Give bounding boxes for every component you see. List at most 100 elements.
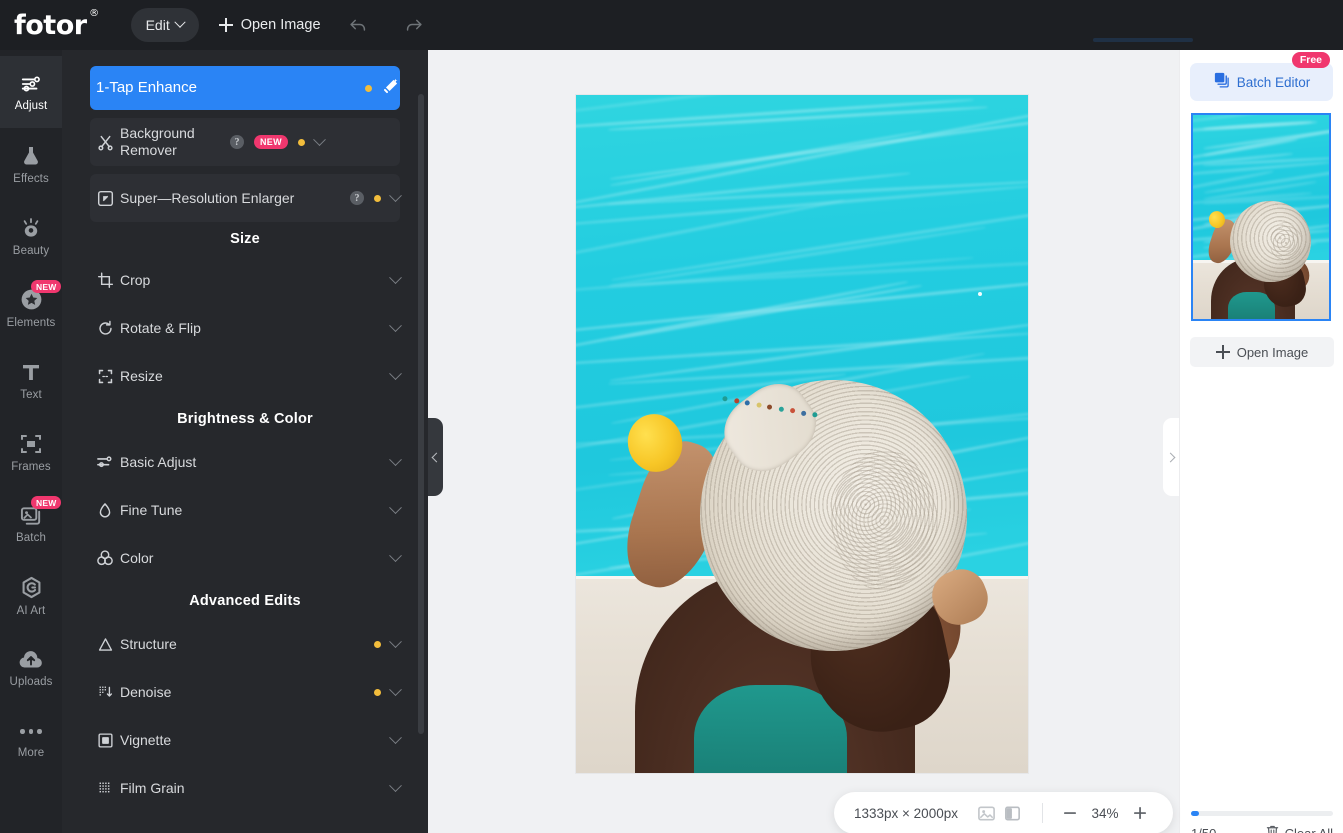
tool-1-tap-enhance[interactable]: 1-Tap Enhance — [90, 66, 400, 110]
thumbnail-scrollbar-track[interactable] — [1191, 811, 1333, 816]
open-image-label: Open Image — [241, 17, 321, 33]
more-dots-icon — [20, 722, 42, 742]
enlarge-icon — [90, 190, 120, 207]
section-title: Advanced Edits — [189, 593, 301, 609]
thumbnail-item[interactable] — [1191, 113, 1331, 321]
section-header-size: Size — [62, 222, 428, 256]
sidebar-item-label: Elements — [7, 317, 56, 329]
sidebar-item-ai-art[interactable]: AI Art — [0, 560, 62, 632]
sidebar-item-more[interactable]: More — [0, 704, 62, 776]
collapse-right-panel-handle[interactable] — [1163, 418, 1179, 496]
tool-label: Background Remover — [120, 125, 230, 159]
tool-film-grain[interactable]: Film Grain — [90, 764, 400, 812]
top-bar: fotor® Edit Open Image — [0, 0, 1343, 50]
redo-button[interactable] — [403, 14, 425, 36]
image-icon[interactable] — [974, 800, 1000, 826]
chevron-down-icon[interactable] — [389, 779, 402, 792]
toolbar-divider — [1042, 803, 1043, 823]
canvas-area[interactable] — [428, 50, 1179, 833]
clear-all-button[interactable]: Clear All — [1265, 824, 1333, 833]
canvas-bottom-toolbar: 1333px × 2000px 34% — [834, 792, 1173, 833]
logo-text: fotor — [14, 10, 87, 41]
chevron-down-icon[interactable] — [389, 367, 402, 380]
undo-button[interactable] — [347, 14, 369, 36]
chevron-down-icon — [174, 17, 185, 28]
sidebar-item-beauty[interactable]: Beauty — [0, 200, 62, 272]
tool-super-resolution-enlarger[interactable]: Super—Resolution Enlarger ? — [90, 174, 400, 222]
image-dimensions-label: 1333px × 2000px — [854, 806, 958, 821]
tool-label: Denoise — [120, 684, 374, 701]
frame-icon — [19, 432, 43, 456]
water-highlight-dot — [978, 292, 982, 296]
image-counter: 1/50 — [1191, 826, 1216, 833]
chevron-down-icon[interactable] — [389, 549, 402, 562]
zoom-out-button[interactable] — [1057, 800, 1083, 826]
tool-crop[interactable]: Crop — [90, 256, 400, 304]
chevron-down-icon[interactable] — [389, 319, 402, 332]
chevron-down-icon[interactable] — [389, 635, 402, 648]
trash-icon — [1265, 824, 1280, 833]
edit-menu-button[interactable]: Edit — [131, 8, 199, 42]
color-circles-icon — [90, 549, 120, 567]
chevron-down-icon[interactable] — [389, 501, 402, 514]
pro-dot-icon — [374, 689, 381, 696]
chevron-down-icon[interactable] — [389, 453, 402, 466]
batch-editor-button[interactable]: Free Batch Editor — [1190, 63, 1333, 101]
sidebar-item-uploads[interactable]: Uploads — [0, 632, 62, 704]
sidebar-item-elements[interactable]: NEW Elements — [0, 272, 62, 344]
sidebar-item-batch[interactable]: NEW Batch — [0, 488, 62, 560]
fotor-logo[interactable]: fotor® — [14, 12, 87, 39]
thumbnail-scrollbar-thumb[interactable] — [1191, 811, 1199, 816]
chevron-down-icon[interactable] — [389, 683, 402, 696]
undo-icon — [347, 14, 369, 36]
sidebar-item-frames[interactable]: Frames — [0, 416, 62, 488]
help-icon[interactable]: ? — [230, 135, 244, 149]
scissors-icon — [90, 134, 120, 151]
tool-basic-adjust[interactable]: Basic Adjust — [90, 438, 400, 486]
chevron-down-icon[interactable] — [389, 189, 402, 202]
right-thumbnail-panel: Free Batch Editor — [1179, 50, 1343, 833]
hat-crown — [1270, 222, 1302, 264]
help-icon[interactable]: ? — [350, 191, 364, 205]
upload-icon — [18, 649, 44, 671]
vignette-icon — [90, 732, 120, 749]
section-title: Size — [230, 231, 260, 247]
pro-dot-icon — [365, 85, 372, 92]
chevron-down-icon[interactable] — [313, 133, 326, 146]
fotor-photo-editor: fotor® Edit Open Image — [0, 0, 1343, 833]
sidebar-item-effects[interactable]: Effects — [0, 128, 62, 200]
tool-label: Basic Adjust — [120, 454, 391, 471]
flask-icon — [19, 144, 43, 168]
panel-scrollbar-track[interactable] — [420, 50, 426, 833]
sidebar-item-text[interactable]: Text — [0, 344, 62, 416]
sidebar-item-adjust[interactable]: Adjust — [0, 56, 62, 128]
tool-fine-tune[interactable]: Fine Tune — [90, 486, 400, 534]
chevron-right-icon — [1165, 452, 1175, 462]
sidebar-item-label: Beauty — [13, 245, 49, 257]
tool-vignette[interactable]: Vignette — [90, 716, 400, 764]
open-image-button-right[interactable]: Open Image — [1190, 337, 1334, 367]
collapse-left-panel-handle[interactable] — [428, 418, 443, 496]
tool-rotate-flip[interactable]: Rotate & Flip — [90, 304, 400, 352]
tool-background-remover[interactable]: Background Remover ? NEW — [90, 118, 400, 166]
zoom-level-label: 34% — [1083, 806, 1127, 821]
droplet-icon — [90, 502, 120, 519]
sidebar-item-label: Effects — [13, 173, 49, 185]
chevron-down-icon[interactable] — [389, 271, 402, 284]
open-image-button[interactable]: Open Image — [219, 17, 321, 33]
tool-resize[interactable]: Resize — [90, 352, 400, 400]
tool-color[interactable]: Color — [90, 534, 400, 582]
chevron-down-icon[interactable] — [389, 731, 402, 744]
panel-scrollbar-thumb[interactable] — [418, 94, 424, 734]
left-tool-rail: Adjust Effects Beauty NEW Elements — [0, 50, 62, 833]
text-icon — [19, 360, 43, 384]
eye-icon — [18, 216, 44, 240]
compare-split-icon[interactable] — [1000, 800, 1026, 826]
zoom-in-button[interactable] — [1127, 800, 1153, 826]
tool-denoise[interactable]: Denoise — [90, 668, 400, 716]
canvas-photo[interactable] — [576, 95, 1028, 773]
photo-image — [576, 95, 1028, 773]
tool-structure[interactable]: Structure — [90, 620, 400, 668]
denoise-icon — [90, 684, 120, 701]
open-image-label: Open Image — [1237, 345, 1309, 360]
